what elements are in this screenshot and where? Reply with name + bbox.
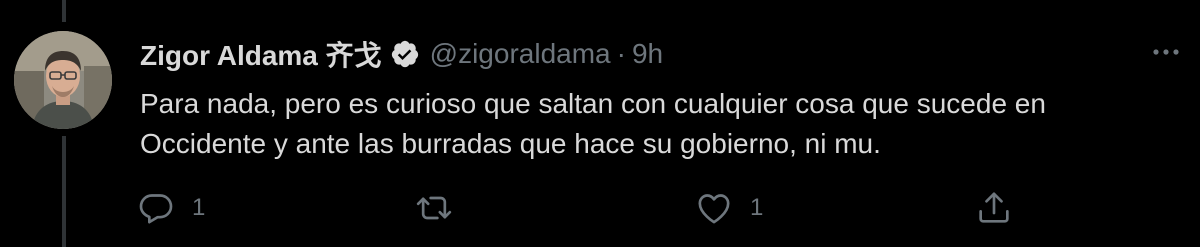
reply-icon [136,188,176,228]
like-count: 1 [750,194,764,221]
retweet-icon [414,188,454,228]
display-name[interactable]: Zigor Aldama 齐戈 [140,34,382,74]
avatar-photo [14,31,112,129]
heart-icon [694,188,734,228]
thread-line-top [62,0,66,22]
timestamp[interactable]: 9h [632,38,663,70]
like-button[interactable]: 1 [694,186,763,230]
share-icon [974,188,1014,228]
separator-dot: · [616,38,626,69]
retweet-button[interactable] [414,186,470,230]
user-handle[interactable]: @zigoraldama [430,38,611,70]
tweet-text: Para nada, pero es curioso que saltan co… [140,84,1150,164]
verified-badge-icon [390,39,420,69]
share-button[interactable] [974,186,1014,230]
tweet-text-line-1: Para nada, pero es curioso que saltan co… [140,88,1046,119]
tweet-header: Zigor Aldama 齐戈 @zigoraldama · 9h [140,34,663,74]
reply-count: 1 [192,194,206,221]
tweet-actions: 1 1 [0,186,1200,230]
reply-button[interactable]: 1 [136,186,205,230]
avatar[interactable] [14,31,112,129]
more-options-icon[interactable] [1146,40,1186,64]
tweet-text-line-2: Occidente y ante las burradas que hace s… [140,128,881,159]
